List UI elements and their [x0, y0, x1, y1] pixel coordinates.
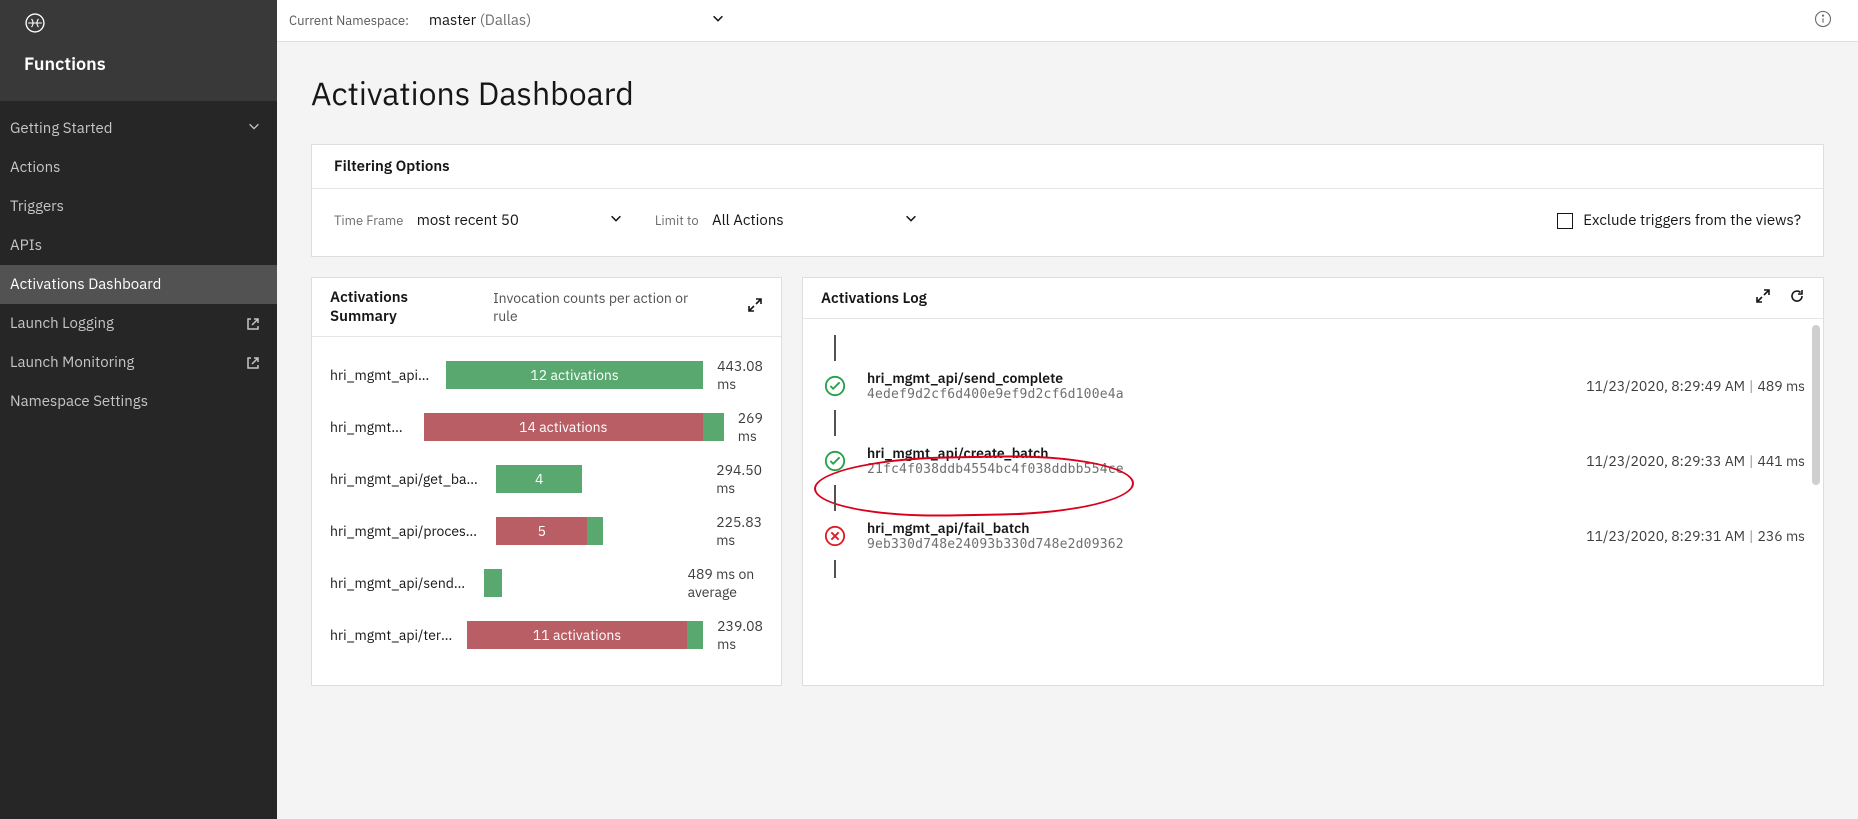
log-entry-id: 4edef9d2cf6d400e9ef9d2cf6d100e4a	[867, 387, 1574, 402]
log-connector	[811, 406, 1815, 440]
log-entry-meta: 11/23/2020, 8:29:49 AM|489 ms	[1586, 377, 1805, 395]
sidebar-item-label: APIs	[10, 236, 42, 255]
summary-row-avg: 489 ms on average	[688, 565, 763, 601]
summary-row[interactable]: hri_mgmt_api/fail_batch 14 activations 269…	[320, 401, 773, 453]
filter-heading: Filtering Options	[312, 145, 1823, 189]
sidebar-item-apis[interactable]: APIs	[0, 226, 277, 265]
summary-row-bar	[484, 569, 673, 597]
content: Activations Dashboard Filtering Options …	[277, 42, 1858, 819]
summary-row[interactable]: hri_mgmt_api/terminate_ba… 11 activations…	[320, 609, 773, 661]
chevron-down-icon	[609, 211, 623, 230]
summary-row-avg: 443.08 ms	[717, 357, 763, 393]
info-icon[interactable]	[1814, 10, 1832, 32]
log-title: Activations Log	[821, 289, 927, 308]
summary-row-bar: 12 activations	[446, 361, 703, 389]
sidebar-item-label: Triggers	[10, 197, 64, 216]
timeframe-value: most recent 50	[417, 211, 519, 230]
log-entry-name: hri_mgmt_api/create_batch	[867, 444, 1574, 462]
log-entry[interactable]: hri_mgmt_api/create_batch21fc4f038ddb455…	[811, 440, 1815, 481]
summary-row-avg: 239.08 ms	[717, 617, 763, 653]
summary-row-bar: 4	[496, 465, 702, 493]
external-link-icon	[245, 355, 261, 371]
summary-row-avg: 225.83 ms	[716, 513, 763, 549]
summary-row-bar: 11 activations	[467, 621, 703, 649]
scrollbar[interactable]	[1812, 325, 1820, 485]
page-title: Activations Dashboard	[311, 72, 1824, 114]
log-entry-name: hri_mgmt_api/send_complete	[867, 369, 1574, 387]
sidebar-item-label: Launch Logging	[10, 314, 114, 333]
log-status-icon	[815, 450, 855, 472]
log-connector	[811, 556, 1815, 582]
limit-label: Limit to	[655, 212, 699, 229]
summary-row-avg: 269 ms	[738, 409, 763, 445]
sidebar-item-namespace-settings[interactable]: Namespace Settings	[0, 382, 277, 421]
summary-row-name: hri_mgmt_api/terminate_ba…	[330, 626, 453, 644]
activations-summary-panel: Activations Summary Invocation counts pe…	[311, 277, 782, 686]
expand-icon[interactable]	[1755, 288, 1771, 308]
namespace-region: (Dallas)	[480, 11, 532, 30]
log-status-icon	[815, 375, 855, 397]
sidebar-item-actions[interactable]: Actions	[0, 148, 277, 187]
external-link-icon	[245, 316, 261, 332]
chevron-down-icon	[247, 119, 261, 138]
log-connector	[811, 331, 1815, 365]
log-entry-name: hri_mgmt_api/fail_batch	[867, 519, 1574, 537]
sidebar-item-launch-monitoring[interactable]: Launch Monitoring	[0, 343, 277, 382]
summary-row[interactable]: hri_mgmt_api/processing_c… 5 225.83 ms	[320, 505, 773, 557]
sidebar-header: Functions	[0, 0, 277, 101]
log-entry[interactable]: hri_mgmt_api/send_complete4edef9d2cf6d40…	[811, 365, 1815, 406]
sidebar-app-title: Functions	[24, 52, 253, 75]
sidebar-item-label: Getting Started	[10, 119, 112, 138]
log-entry-id: 21fc4f038ddb4554bc4f038ddbb554ce	[867, 462, 1574, 477]
summary-row[interactable]: hri_mgmt_api/send_complete 489 ms on aver…	[320, 557, 773, 609]
log-status-icon	[815, 525, 855, 547]
sidebar-item-activations-dashboard[interactable]: Activations Dashboard	[0, 265, 277, 304]
expand-icon[interactable]	[747, 297, 763, 317]
log-connector	[811, 481, 1815, 515]
summary-row[interactable]: hri_mgmt_api/get_batch_by… 4 294.50 ms	[320, 453, 773, 505]
limit-value: All Actions	[712, 211, 784, 230]
sidebar-item-label: Actions	[10, 158, 60, 177]
sidebar-item-label: Namespace Settings	[10, 392, 148, 411]
log-entry-id: 9eb330d748e24093b330d748e2d09362	[867, 537, 1574, 552]
summary-row-name: hri_mgmt_api/fail_batch	[330, 418, 410, 436]
exclude-triggers-label: Exclude triggers from the views?	[1583, 211, 1801, 230]
summary-subtitle: Invocation counts per action or rule	[493, 289, 711, 325]
sidebar-item-triggers[interactable]: Triggers	[0, 187, 277, 226]
chevron-down-icon	[904, 211, 918, 230]
limit-dropdown[interactable]: All Actions	[710, 207, 920, 234]
sidebar: Functions Getting Started Actions Triggers…	[0, 0, 277, 819]
timeframe-label: Time Frame	[334, 212, 403, 229]
filter-panel: Filtering Options Time Frame most recent…	[311, 144, 1824, 257]
topbar: Current Namespace: master (Dallas)	[277, 0, 1858, 42]
exclude-triggers-checkbox[interactable]: Exclude triggers from the views?	[1557, 211, 1801, 230]
namespace-value: master	[429, 11, 476, 30]
summary-row-avg: 294.50 ms	[716, 461, 763, 497]
chevron-down-icon	[711, 11, 725, 30]
log-entry[interactable]: hri_mgmt_api/fail_batch9eb330d748e24093b…	[811, 515, 1815, 556]
summary-row-name: hri_mgmt_api/send_complete	[330, 574, 470, 592]
functions-logo-icon	[24, 12, 253, 38]
summary-title: Activations Summary	[330, 288, 475, 326]
summary-row-name: hri_mgmt_api/create_batch	[330, 366, 432, 384]
summary-row-bar: 14 activations	[424, 413, 724, 441]
sidebar-item-label: Launch Monitoring	[10, 353, 134, 372]
summary-row-bar: 5	[496, 517, 702, 545]
sidebar-item-getting-started[interactable]: Getting Started	[0, 109, 277, 148]
timeframe-dropdown[interactable]: most recent 50	[415, 207, 625, 234]
summary-row-name: hri_mgmt_api/get_batch_by…	[330, 470, 482, 488]
sidebar-item-label: Activations Dashboard	[10, 275, 161, 294]
log-entry-meta: 11/23/2020, 8:29:33 AM|441 ms	[1586, 452, 1805, 470]
namespace-label: Current Namespace:	[289, 12, 409, 29]
log-entry-meta: 11/23/2020, 8:29:31 AM|236 ms	[1586, 527, 1805, 545]
namespace-selector[interactable]: master (Dallas)	[429, 11, 725, 30]
main-area: Current Namespace: master (Dallas) Activ…	[277, 0, 1858, 819]
summary-row-name: hri_mgmt_api/processing_c…	[330, 522, 482, 540]
activations-log-panel: Activations Log hri_mgmt_api/send_comple…	[802, 277, 1824, 686]
summary-row[interactable]: hri_mgmt_api/create_batch 12 activations 4…	[320, 349, 773, 401]
sidebar-item-launch-logging[interactable]: Launch Logging	[0, 304, 277, 343]
refresh-icon[interactable]	[1789, 288, 1805, 308]
checkbox-box	[1557, 213, 1573, 229]
